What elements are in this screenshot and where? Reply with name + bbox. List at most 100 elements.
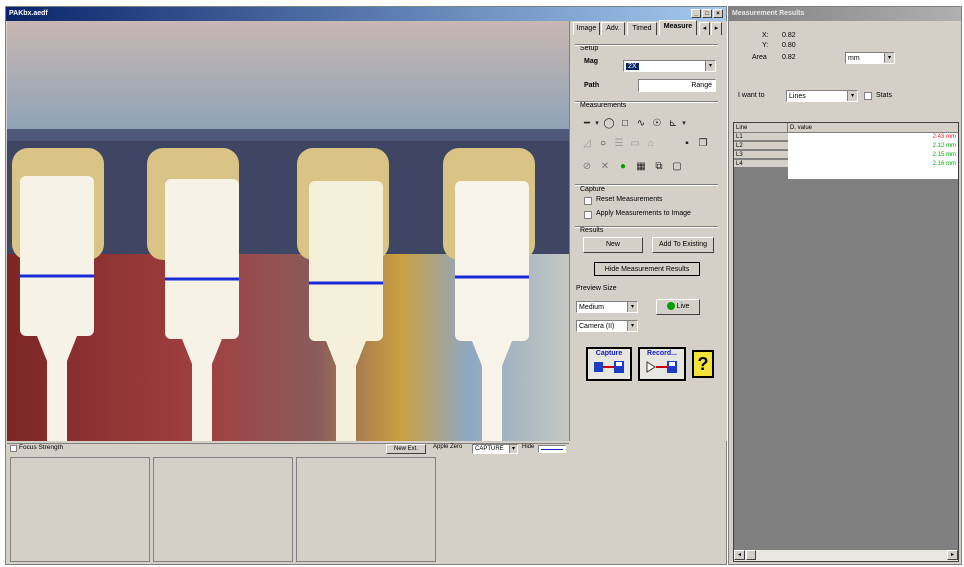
horizontal-scrollbar[interactable]: ◂ ▸ bbox=[734, 549, 958, 561]
reset-checkbox[interactable] bbox=[584, 197, 592, 205]
chevron-down-icon[interactable]: ▾ bbox=[705, 61, 715, 71]
cancel-icon[interactable]: ⊘ bbox=[580, 160, 594, 174]
chevron-down-icon[interactable]: ▾ bbox=[509, 445, 517, 453]
table-header-value[interactable]: D. value bbox=[788, 123, 958, 133]
table-header-line[interactable]: Line bbox=[734, 123, 788, 133]
thumbnail-2[interactable] bbox=[153, 457, 293, 562]
table-row[interactable]: L1 2.43 mm bbox=[734, 133, 958, 142]
table-row[interactable]: L2 2.12 mm bbox=[734, 142, 958, 151]
tab-timed[interactable]: Timed bbox=[627, 22, 657, 35]
line-tool-icon[interactable]: ━ bbox=[580, 117, 594, 131]
row-value: 2.15 mm bbox=[932, 152, 956, 158]
maximize-button[interactable]: □ bbox=[702, 9, 712, 18]
angle-dropdown-icon[interactable]: ▾ bbox=[680, 117, 688, 131]
help-button[interactable]: ? bbox=[692, 350, 714, 378]
arc-tool-icon[interactable]: ◿ bbox=[580, 137, 594, 151]
tool-row-2: ◿ ○ ☰ ▭ ⌂ ▪ ❐ bbox=[580, 137, 720, 153]
lines-tool-icon[interactable]: ☰ bbox=[612, 137, 626, 151]
tab-image[interactable]: Image bbox=[573, 22, 600, 35]
close-button[interactable]: × bbox=[713, 9, 723, 18]
box-tool-icon[interactable]: ▭ bbox=[628, 137, 642, 151]
chevron-down-icon[interactable]: ▾ bbox=[884, 53, 894, 63]
camera-select[interactable]: Camera (II) ▾ bbox=[576, 320, 638, 332]
chevron-down-icon[interactable]: ▾ bbox=[847, 91, 857, 101]
results-heading: Results bbox=[580, 227, 604, 234]
chevron-down-icon[interactable]: ▾ bbox=[627, 302, 637, 312]
unit-value: mm bbox=[848, 55, 860, 62]
line-dropdown-icon[interactable]: ▾ bbox=[593, 117, 601, 131]
green-dot-icon[interactable]: ● bbox=[616, 160, 630, 174]
path-field[interactable]: Range bbox=[638, 79, 716, 92]
stats-checkbox[interactable] bbox=[864, 92, 872, 100]
freehand-tool-icon[interactable]: ∿ bbox=[634, 117, 648, 131]
new-ext-button[interactable]: New Ext. bbox=[386, 444, 426, 454]
unit-select[interactable]: mm ▾ bbox=[845, 52, 895, 64]
copy-icon[interactable]: ❐ bbox=[696, 137, 710, 151]
chevron-down-icon[interactable]: ▾ bbox=[627, 321, 637, 331]
row-line: L1 bbox=[734, 133, 788, 141]
hide-results-button[interactable]: Hide Measurement Results bbox=[594, 262, 700, 276]
table-row[interactable]: L4 2.16 mm bbox=[734, 160, 958, 169]
thumbnail-1[interactable] bbox=[10, 457, 150, 562]
angle-tool-icon[interactable]: ⊾ bbox=[666, 117, 680, 131]
focus-checkbox[interactable] bbox=[10, 445, 17, 452]
tab-adv[interactable]: Adv. bbox=[601, 22, 625, 35]
ellipse-tool-icon[interactable]: ◯ bbox=[602, 117, 616, 131]
new-button[interactable]: New bbox=[583, 237, 643, 253]
row-line: L2 bbox=[734, 142, 788, 150]
row-value: 2.12 mm bbox=[932, 143, 956, 149]
minimize-button[interactable]: _ bbox=[691, 9, 701, 18]
live-button[interactable]: Live bbox=[656, 299, 700, 315]
save-icon[interactable]: ▪ bbox=[680, 137, 694, 151]
y-value: 0.80 bbox=[782, 42, 796, 49]
tab-scroll-left[interactable]: ◂ bbox=[699, 22, 710, 35]
preview-size-value: Medium bbox=[579, 304, 604, 311]
duplicate-icon[interactable]: ⧉ bbox=[652, 160, 666, 174]
preview-size-select[interactable]: Medium ▾ bbox=[576, 301, 638, 313]
camera-to-disk-icon bbox=[594, 361, 624, 373]
scroll-thumb[interactable] bbox=[746, 550, 756, 560]
mag-label: Mag bbox=[584, 58, 598, 65]
circle-tool-icon[interactable]: ☉ bbox=[650, 117, 664, 131]
path-label: Path bbox=[584, 82, 600, 89]
circle-outline-icon[interactable]: ○ bbox=[596, 137, 610, 151]
hide-slider[interactable] bbox=[538, 445, 566, 453]
frame-icon[interactable]: ▢ bbox=[670, 160, 684, 174]
thumbnail-3[interactable] bbox=[296, 457, 436, 562]
delete-icon[interactable]: ✕ bbox=[598, 160, 612, 174]
capture-mode-value: CAPTURE bbox=[475, 446, 504, 452]
capture-mode-select[interactable]: CAPTURE ▾ bbox=[472, 444, 518, 454]
tab-measure[interactable]: Measure bbox=[659, 20, 697, 35]
record-to-disk-icon bbox=[646, 361, 677, 373]
hide-label: Hide bbox=[522, 444, 535, 450]
rectangle-tool-icon[interactable]: □ bbox=[618, 117, 632, 131]
tab-scroll-right[interactable]: ▸ bbox=[711, 22, 722, 35]
results-table: Line D. value L1 2.43 mm L2 2.12 mm L3 2… bbox=[733, 122, 959, 562]
apple-zero-label: Apple Zero bbox=[433, 444, 463, 450]
mag-select[interactable]: 2X ▾ bbox=[623, 60, 716, 72]
row-value: 2.16 mm bbox=[932, 161, 956, 167]
preview-heading: Preview Size bbox=[576, 285, 617, 292]
house-tool-icon[interactable]: ⌂ bbox=[644, 137, 658, 151]
add-to-existing-button[interactable]: Add To Existing bbox=[652, 237, 714, 253]
iwant-label: I want to bbox=[738, 92, 765, 99]
iwant-select[interactable]: Lines ▾ bbox=[786, 90, 858, 102]
mag-value: 2X bbox=[626, 63, 639, 70]
camera-image[interactable] bbox=[7, 21, 569, 441]
stats-label: Stats bbox=[876, 92, 892, 99]
scroll-left-button[interactable]: ◂ bbox=[734, 550, 745, 560]
table-row[interactable]: L3 2.15 mm bbox=[734, 151, 958, 160]
area-value: 0.82 bbox=[782, 54, 796, 61]
results-title: Measurement Results bbox=[732, 10, 805, 17]
main-titlebar: PAKbx.aedf _ □ × bbox=[6, 7, 726, 21]
scroll-right-button[interactable]: ▸ bbox=[947, 550, 958, 560]
grid-icon[interactable]: ▦ bbox=[634, 160, 648, 174]
record-big-button[interactable]: Record... bbox=[638, 347, 686, 381]
capture-big-button[interactable]: Capture bbox=[586, 347, 632, 381]
live-label: Live bbox=[676, 303, 690, 310]
x-label: X: bbox=[762, 32, 769, 39]
apply-label: Apply Measurements to Image bbox=[596, 210, 691, 217]
apply-checkbox[interactable] bbox=[584, 211, 592, 219]
camera-value: Camera (II) bbox=[579, 323, 615, 330]
x-value: 0.82 bbox=[782, 32, 796, 39]
